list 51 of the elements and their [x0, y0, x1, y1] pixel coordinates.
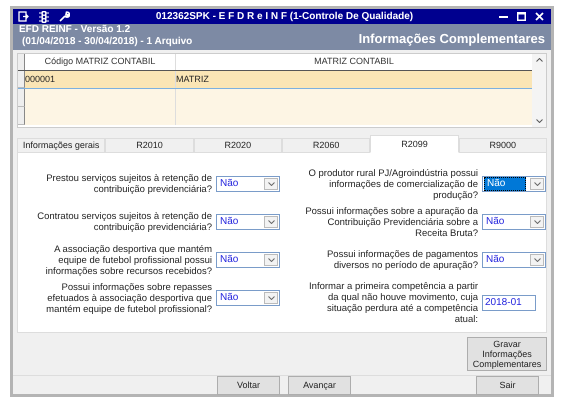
- close-icon[interactable]: [535, 12, 544, 21]
- tab[interactable]: R9000: [458, 138, 547, 153]
- chevron-down-icon: [268, 182, 274, 186]
- field-label: Contratou serviços sujeitos à retenção de contribuição previdenciária?: [36, 211, 212, 233]
- tab[interactable]: R2060: [282, 138, 370, 153]
- field-label: Possui informações sobre a apuração da Contribuição Previdenciária sobre a Receita Bruta?: [304, 206, 478, 238]
- wrench-icon: [59, 11, 70, 22]
- table-cell-text: MATRIZ: [176, 72, 209, 86]
- chevron-down-icon[interactable]: [536, 119, 542, 123]
- row-header[interactable]: [18, 89, 25, 107]
- scrollbar[interactable]: [532, 54, 546, 127]
- tab[interactable]: R2099: [370, 135, 459, 153]
- field-label: Informar a primeira competência a partir da qual não houve movimento, cuja situação perdura até a competência atual:: [308, 281, 478, 325]
- window-title: 012362SPK - E F D R e I N F (1-Controle De Qualidade): [154, 10, 414, 24]
- period-label: (01/04/2018 - 30/04/2018) - 1 Arquivo: [22, 36, 192, 48]
- row-header[interactable]: [18, 107, 25, 125]
- column-header[interactable]: Código MATRIZ CONTABIL: [25, 54, 176, 70]
- tab[interactable]: Informações gerais: [17, 138, 106, 153]
- tab[interactable]: R2010: [105, 138, 194, 153]
- dropdown[interactable]: Não: [482, 252, 546, 268]
- nav-button[interactable]: Avançar: [288, 376, 351, 395]
- row-header[interactable]: [18, 71, 25, 88]
- table-cell-text: 000001: [25, 72, 56, 86]
- column-header[interactable]: MATRIZ CONTABIL: [176, 54, 532, 70]
- field-label: O produtor rural PJ/Agroindústria possui informações de comercialização de produção?: [308, 168, 478, 200]
- chevron-down-icon: [534, 258, 540, 262]
- dropdown[interactable]: Não: [216, 290, 280, 306]
- chevron-down-icon: [268, 296, 274, 300]
- chevron-down-icon: [534, 220, 540, 224]
- dropdown[interactable]: Não: [216, 214, 280, 230]
- dropdown[interactable]: Não: [216, 176, 280, 192]
- version-label: EFD REINF - Versão 1.2: [19, 24, 132, 36]
- chevron-up-icon[interactable]: [536, 58, 542, 62]
- dropdown[interactable]: Não: [216, 252, 280, 268]
- save-button[interactable]: Gravar Informações Complementares: [467, 337, 547, 371]
- field-label: Possui informações sobre repasses efetuados à associação desportiva que mantém equipe de futebol profissional?: [45, 282, 212, 314]
- chevron-down-icon: [534, 182, 540, 186]
- dropdown[interactable]: Não: [482, 214, 546, 230]
- nav-button[interactable]: Voltar: [217, 376, 280, 395]
- field-label: Prestou serviços sujeitos à retenção de contribuição previdenciária?: [45, 173, 212, 195]
- field-label: A associação desportiva que mantém equipe de futebol profissional possui informações sobre recursos recebidos?: [44, 244, 212, 276]
- tab[interactable]: R2020: [194, 138, 282, 153]
- field-label: Possui informações de pagamentos diversos no período de apuração?: [326, 249, 478, 271]
- dropdown[interactable]: Não: [482, 176, 546, 192]
- maximize-icon[interactable]: [517, 12, 526, 21]
- section-title: Informações Complementares: [358, 30, 545, 48]
- chevron-down-icon: [268, 258, 274, 262]
- grid-row[interactable]: 000001 MATRIZ: [18, 71, 532, 89]
- input-field[interactable]: 2018-01: [482, 295, 536, 311]
- chevron-down-icon: [268, 220, 274, 224]
- exit-button[interactable]: Sair: [476, 376, 539, 395]
